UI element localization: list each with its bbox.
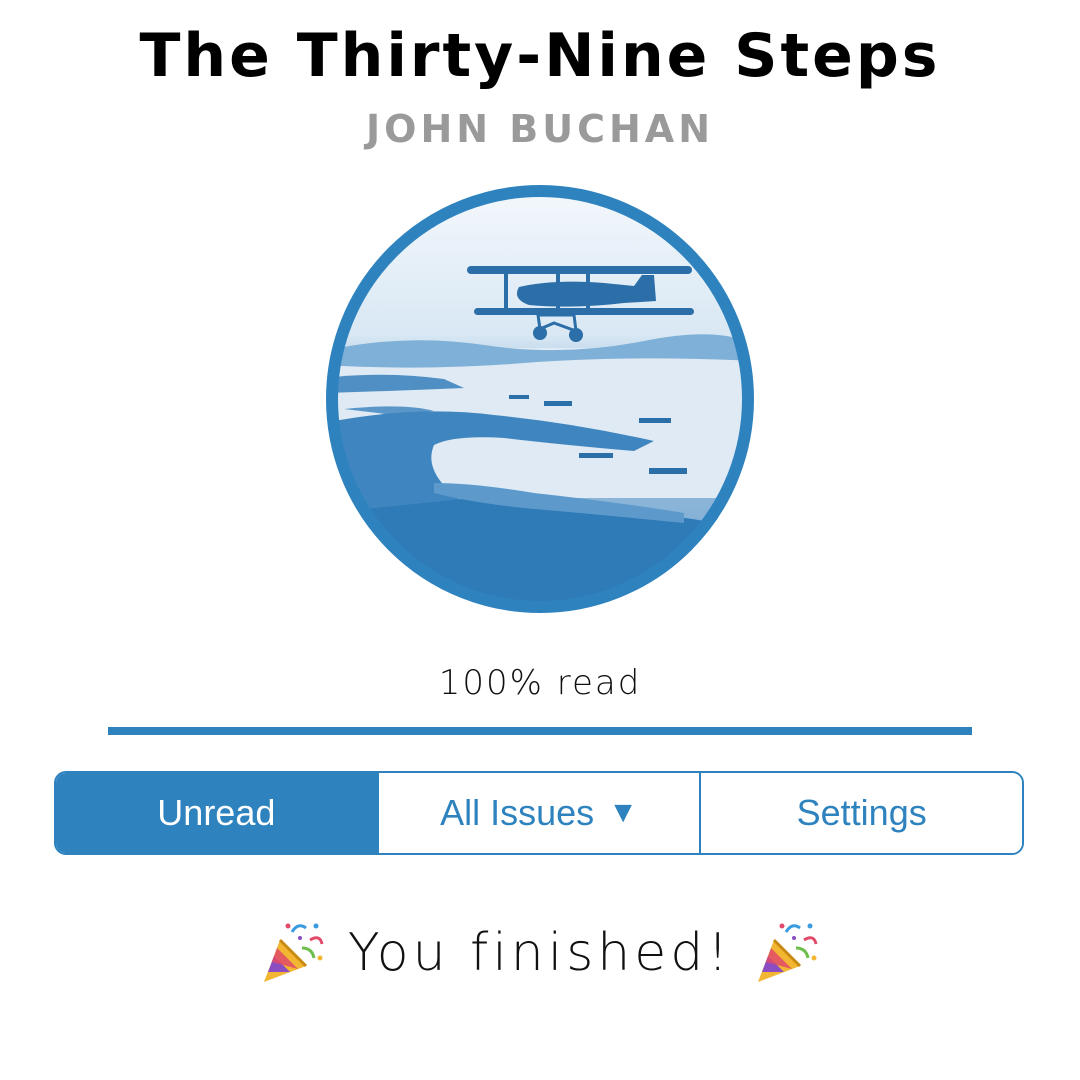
- tab-unread-label: Unread: [157, 792, 276, 833]
- tab-settings[interactable]: Settings: [699, 773, 1022, 853]
- book-title: The Thirty-Nine Steps: [139, 21, 941, 91]
- cover-image: [324, 183, 756, 615]
- tab-unread[interactable]: Unread: [56, 773, 377, 853]
- tab-settings-label: Settings: [796, 792, 927, 833]
- completion-banner: You finished!: [0, 918, 1080, 988]
- party-popper-icon: [758, 923, 818, 982]
- tab-all-issues-label: All Issues: [440, 792, 595, 833]
- book-author: JOHN BUCHAN: [366, 107, 714, 151]
- progress-label: 100% read: [438, 663, 642, 703]
- caret-down-icon: ▼: [608, 796, 638, 829]
- party-popper-icon: [263, 923, 324, 982]
- progress-fill: [108, 727, 972, 735]
- completion-message: You finished!: [347, 923, 733, 983]
- progress-bar: [108, 727, 972, 735]
- segmented-control: Unread All Issues ▼ Settings: [54, 771, 1024, 855]
- tab-all-issues[interactable]: All Issues ▼: [376, 773, 700, 853]
